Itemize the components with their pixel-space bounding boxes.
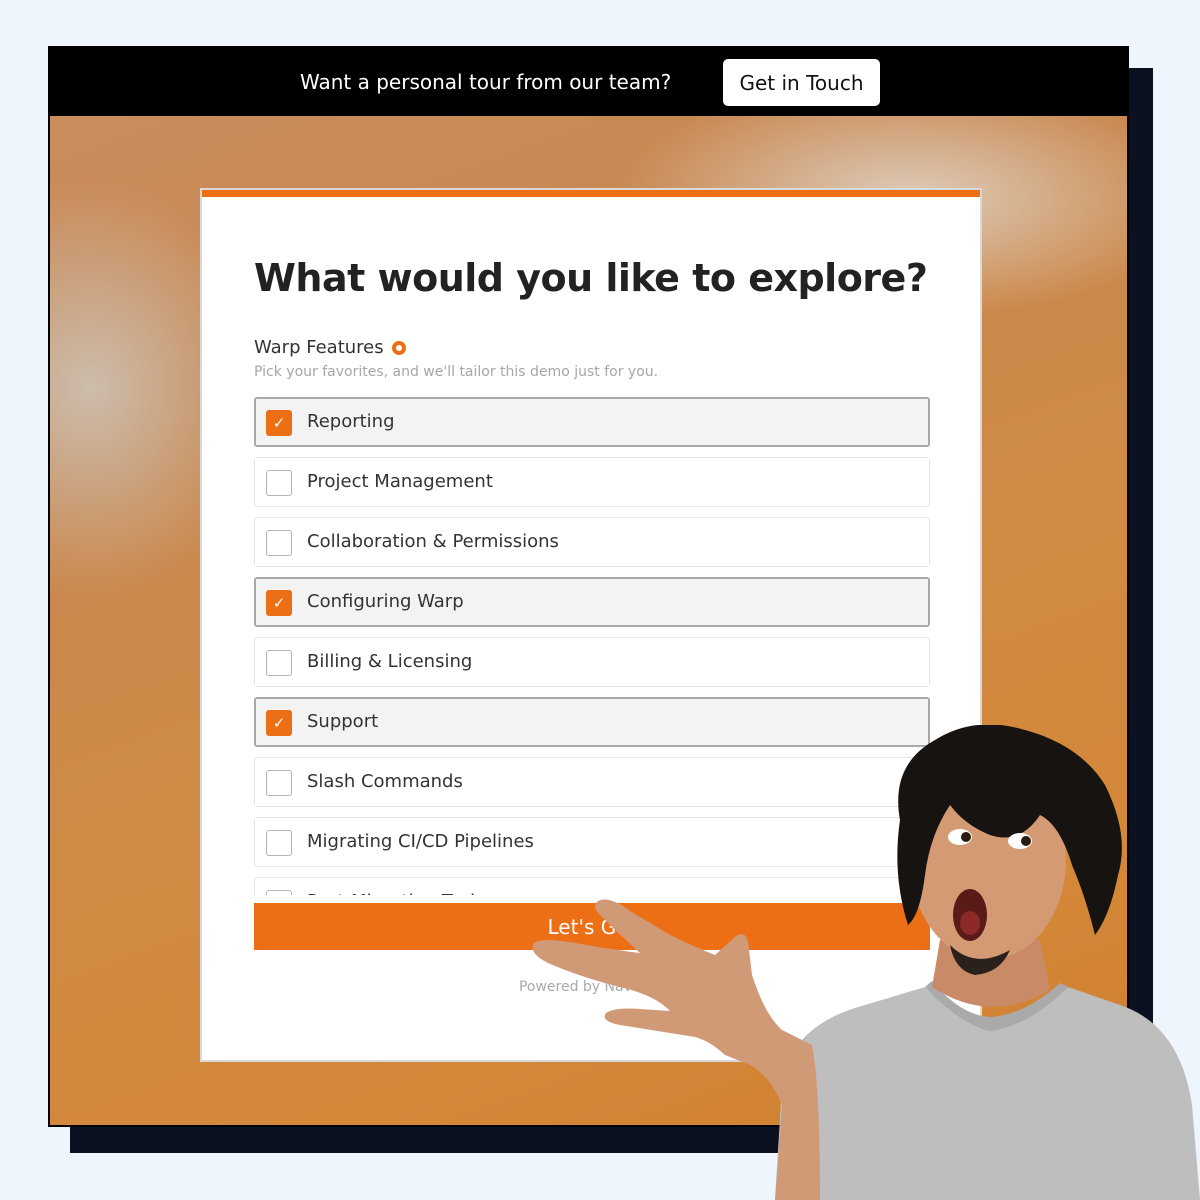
field-help-text: Pick your favorites, and we'll tailor th… — [254, 364, 659, 380]
feature-option[interactable]: Collaboration & Permissions — [254, 517, 930, 567]
get-in-touch-button[interactable]: Get in Touch — [723, 59, 880, 106]
feature-option-label: Post-Migration Tasks — [307, 891, 490, 895]
feature-option[interactable]: ✓ Reporting — [254, 397, 930, 447]
checkmark-icon: ✓ — [272, 594, 286, 612]
feature-option-label: Configuring Warp — [307, 591, 464, 612]
feature-option-label: Reporting — [307, 411, 395, 432]
feature-option-label: Slash Commands — [307, 771, 463, 792]
field-label-row: Warp Features — [254, 337, 406, 358]
feature-option-label: Migrating CI/CD Pipelines — [307, 831, 534, 852]
feature-option-label: Billing & Licensing — [307, 651, 473, 672]
form-title: What would you like to explore? — [254, 256, 928, 300]
checkbox-checked[interactable]: ✓ — [266, 410, 292, 436]
feature-option-label: Project Management — [307, 471, 493, 492]
feature-option-label: Support — [307, 711, 379, 732]
checkbox-unchecked[interactable] — [266, 890, 292, 895]
card-accent-bar — [202, 190, 980, 197]
field-label: Warp Features — [254, 337, 384, 358]
announcement-bar: Want a personal tour from our team? Get … — [50, 48, 1127, 116]
feature-option[interactable]: ✓ Configuring Warp — [254, 577, 930, 627]
checkbox-checked[interactable]: ✓ — [266, 590, 292, 616]
person-arm — [532, 899, 820, 1200]
checkbox-checked[interactable]: ✓ — [266, 710, 292, 736]
feature-option[interactable]: Project Management — [254, 457, 930, 507]
checkmark-icon: ✓ — [272, 414, 286, 432]
checkbox-unchecked[interactable] — [266, 470, 292, 496]
feature-option-label: Collaboration & Permissions — [307, 531, 559, 552]
announcement-text: Want a personal tour from our team? — [300, 70, 672, 94]
checkbox-unchecked[interactable] — [266, 650, 292, 676]
feature-option[interactable]: Billing & Licensing — [254, 637, 930, 687]
required-indicator-icon — [391, 340, 406, 355]
checkbox-unchecked[interactable] — [266, 830, 292, 856]
checkbox-unchecked[interactable] — [266, 770, 292, 796]
surprised-person-image — [532, 725, 1200, 1200]
checkbox-unchecked[interactable] — [266, 530, 292, 556]
checkmark-icon: ✓ — [272, 714, 286, 732]
